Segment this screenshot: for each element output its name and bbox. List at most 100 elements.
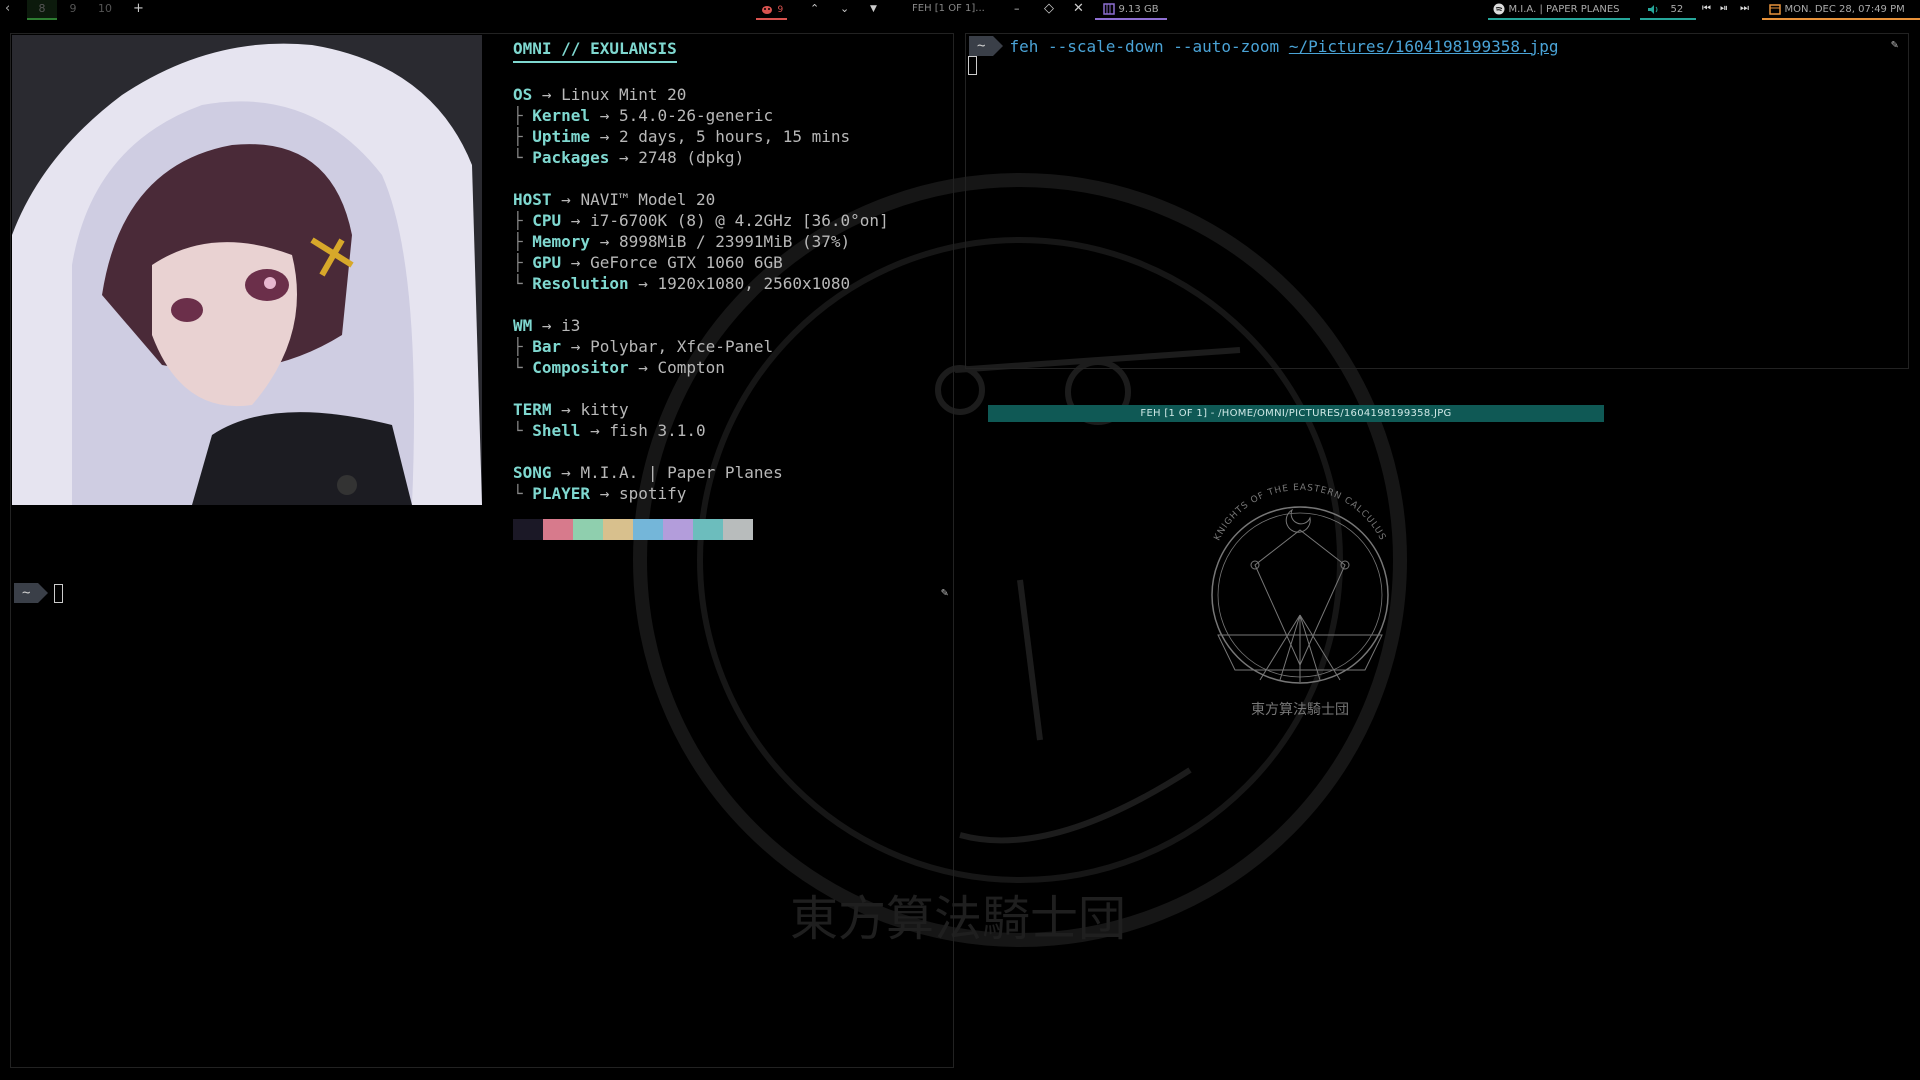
fetch-item-label: Memory: [532, 232, 591, 251]
left-prompt[interactable]: ~: [14, 582, 64, 604]
fetch-label: WM: [513, 316, 533, 335]
feh-window-title[interactable]: FEH [1 OF 1] - /HOME/OMNI/PICTURES/16041…: [988, 405, 1604, 422]
edit-icon[interactable]: ✎: [941, 585, 948, 599]
prompt-directory: ~: [969, 36, 1005, 56]
fetch-label: SONG: [513, 463, 552, 482]
fetch-item: ├ Uptime → 2 days, 5 hours, 15 mins: [513, 127, 851, 146]
fetch-item: ├ Memory → 8998MiB / 23991MiB (37%): [513, 232, 851, 251]
volume-value: 52: [1670, 4, 1684, 15]
volume-indicator[interactable]: 52: [1640, 0, 1696, 20]
emblem-kanji: 東方算法騎士団: [1251, 702, 1349, 718]
fetch-item-value: 2748 (dpkg): [638, 148, 745, 167]
fetch-group-header: HOST → NAVI™ Model 20: [513, 190, 716, 209]
fetch-item-label: Bar: [532, 337, 562, 356]
workspace-8[interactable]: 8: [27, 0, 57, 20]
palette-swatch: [513, 519, 543, 540]
fetch-item-value: spotify: [618, 484, 687, 503]
fetch-label: OS: [513, 85, 533, 104]
fetch-label: TERM: [513, 400, 552, 419]
next-track-icon[interactable]: ⏭: [1740, 0, 1749, 20]
fetch-value: Linux Mint 20: [561, 85, 687, 104]
spotify-icon: [1493, 3, 1505, 15]
add-workspace-button[interactable]: +: [133, 0, 144, 20]
right-terminal-window[interactable]: ~ feh --scale-down --auto-zoom ~/Picture…: [965, 33, 1909, 369]
now-playing-text: M.I.A. | PAPER PLANES: [1508, 4, 1620, 15]
prompt-directory: ~: [14, 583, 50, 603]
palette-swatch: [573, 519, 603, 540]
palette-swatch: [693, 519, 723, 540]
top-bar: ‹ 8 9 10 + 9 ⌃ ⌄ ▼ FEH [1 OF 1]... – ◇ ✕…: [0, 0, 1920, 20]
fetch-group-header: WM → i3: [513, 316, 581, 335]
palette-swatch: [663, 519, 693, 540]
fetch-item: └ Packages → 2748 (dpkg): [513, 148, 745, 167]
close-icon[interactable]: ✕: [1073, 0, 1084, 20]
fetch-item-label: CPU: [532, 211, 562, 230]
fetch-label: HOST: [513, 190, 552, 209]
fetch-group-header: SONG → M.I.A. | Paper Planes: [513, 463, 783, 482]
fetch-item-label: Uptime: [532, 127, 591, 146]
float-toggle-icon[interactable]: ◇: [1044, 0, 1054, 20]
fetch-item-label: Shell: [532, 421, 581, 440]
palette-swatch: [633, 519, 663, 540]
chevron-down-icon[interactable]: ⌄: [840, 0, 849, 20]
file-path-link[interactable]: ~/Pictures/1604198199358.jpg: [1289, 37, 1559, 56]
workspace-10[interactable]: 10: [90, 0, 120, 20]
storage-value: 9.13 GB: [1118, 4, 1159, 15]
text-cursor: [968, 56, 977, 75]
fetch-item: └ Shell → fish 3.1.0: [513, 421, 706, 440]
date-time[interactable]: MON. DEC 28, 07:49 PM: [1762, 0, 1920, 20]
fetch-item-value: GeForce GTX 1060 6GB: [590, 253, 783, 272]
fetch-item-value: i7-6700K (8) @ 4.2GHz [36.0°on]: [590, 211, 889, 230]
palette-swatch: [723, 519, 753, 540]
system-info-fetch: OMNI // EXULANSIS OS → Linux Mint 20 ├ Ker…: [513, 38, 953, 504]
storage-indicator: 9.13 GB: [1095, 0, 1167, 20]
fetch-item-value: 1920x1080, 2560x1080: [657, 274, 851, 293]
fetch-value: kitty: [580, 400, 629, 419]
prev-workspace-icon[interactable]: ‹: [5, 0, 10, 20]
workspace-9[interactable]: 9: [58, 0, 88, 20]
fetch-item: ├ CPU → i7-6700K (8) @ 4.2GHz [36.0°on]: [513, 211, 889, 230]
fetch-item: └ Resolution → 1920x1080, 2560x1080: [513, 274, 851, 293]
tasks-indicator[interactable]: 9: [756, 0, 788, 20]
fetch-item-value: Polybar, Xfce-Panel: [590, 337, 774, 356]
fetch-value: i3: [561, 316, 581, 335]
fetch-item: └ PLAYER → spotify: [513, 484, 687, 503]
feh-image-emblem: KNIGHTS OF THE EASTERN CALCULUS 東方算法騎士団: [1211, 483, 1389, 718]
fetch-item-label: Compositor: [532, 358, 629, 377]
caret-down-icon[interactable]: ▼: [870, 0, 877, 20]
fetch-item-label: Packages: [532, 148, 610, 167]
edit-icon[interactable]: ✎: [1891, 37, 1898, 51]
palette-swatch: [603, 519, 633, 540]
fetch-item: ├ Bar → Polybar, Xfce-Panel: [513, 337, 774, 356]
chevron-up-icon[interactable]: ⌃: [810, 0, 819, 20]
previous-track-icon[interactable]: ⏮: [1702, 0, 1711, 20]
tasks-count: 9: [777, 5, 784, 15]
fetch-group-header: OS → Linux Mint 20: [513, 85, 687, 104]
text-cursor: [54, 583, 64, 603]
fetch-item: └ Compositor → Compton: [513, 358, 725, 377]
fetch-item-label: GPU: [532, 253, 562, 272]
fetch-value: NAVI™ Model 20: [580, 190, 716, 209]
fetch-item-value: 8998MiB / 23991MiB (37%): [618, 232, 851, 251]
color-palette: [513, 519, 753, 540]
minimize-icon[interactable]: –: [1014, 0, 1020, 20]
fetch-item-value: 2 days, 5 hours, 15 mins: [618, 127, 851, 146]
command-args: --scale-down --auto-zoom: [1047, 36, 1280, 56]
disk-icon: [1103, 3, 1115, 15]
calendar-icon: [1769, 4, 1781, 15]
palette-swatch: [543, 519, 573, 540]
date-time-text: MON. DEC 28, 07:49 PM: [1784, 4, 1905, 15]
fetch-item-label: PLAYER: [532, 484, 591, 503]
anime-avatar-image: [12, 35, 482, 505]
command-line[interactable]: ~ feh --scale-down --auto-zoom ~/Picture…: [969, 36, 1559, 56]
command-name: feh: [1009, 36, 1039, 56]
fetch-item: ├ GPU → GeForce GTX 1060 6GB: [513, 253, 783, 272]
fetch-item: ├ Kernel → 5.4.0-26-generic: [513, 106, 774, 125]
left-terminal-window[interactable]: OMNI // EXULANSIS OS → Linux Mint 20 ├ Ker…: [10, 33, 954, 1068]
fetch-item-value: fish 3.1.0: [609, 421, 706, 440]
fetch-item-value: Compton: [657, 358, 725, 377]
now-playing[interactable]: M.I.A. | PAPER PLANES: [1488, 0, 1630, 20]
fetch-item-label: Resolution: [532, 274, 629, 293]
fetch-title: OMNI // EXULANSIS: [513, 38, 677, 63]
play-pause-icon[interactable]: ⏯: [1720, 0, 1728, 20]
